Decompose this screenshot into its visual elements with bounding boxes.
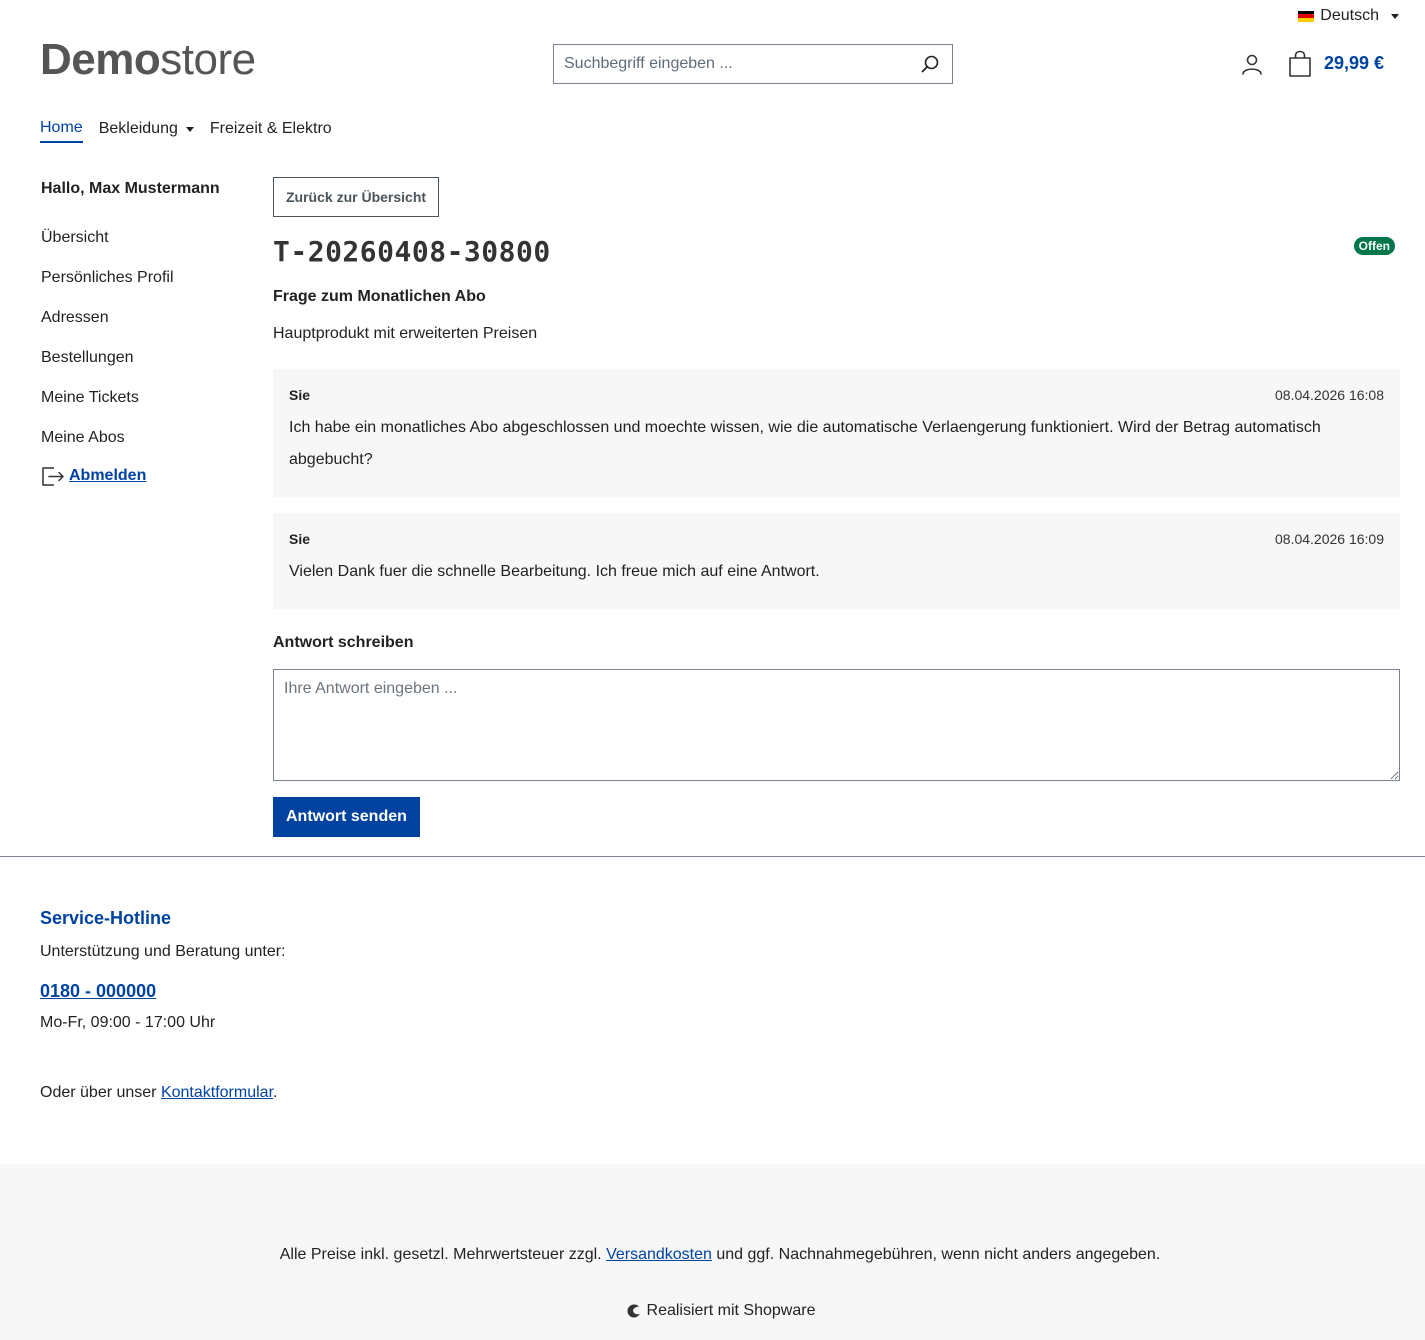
sidebar-item-addresses[interactable]: Adressen <box>41 308 241 348</box>
message-author: Sie <box>289 531 311 547</box>
ticket-detail: Zurück zur Übersicht T-20260408-30800 Of… <box>273 177 1400 837</box>
hotline-hours: Mo-Fr, 09:00 - 17:00 Uhr <box>40 1014 216 1031</box>
ticket-product: Hauptprodukt mit erweiterten Preisen <box>273 325 538 342</box>
logo-bold-text: Demo <box>40 35 161 84</box>
contact-form-link[interactable]: Kontaktformular <box>161 1084 273 1101</box>
chevron-down-icon <box>1391 13 1399 19</box>
message-text: Ich habe ein monatliches Abo abgeschloss… <box>289 419 1321 468</box>
message-text: Vielen Dank fuer die schnelle Bearbeitun… <box>289 563 820 580</box>
vat-suffix: und ggf. Nachnahmegebühren, wenn nicht a… <box>711 1246 1161 1263</box>
ticket-message: Sie 08.04.2026 16:09 Vielen Dank fuer di… <box>273 513 1400 609</box>
shopping-bag-icon[interactable] <box>1287 50 1313 78</box>
store-logo[interactable]: Demostore <box>40 38 256 82</box>
powered-by-label: Realisiert mit Shopware <box>646 1302 816 1319</box>
sidebar-item-tickets[interactable]: Meine Tickets <box>41 388 241 428</box>
contact-suffix: . <box>273 1084 278 1101</box>
nav-label: Bekleidung <box>98 120 178 137</box>
search-form <box>553 44 953 84</box>
ticket-number: T-20260408-30800 <box>273 235 551 268</box>
shopware-logo-icon <box>627 1304 640 1318</box>
ticket-subject: Frage zum Monatlichen Abo <box>273 288 486 305</box>
german-flag-icon <box>1298 10 1315 22</box>
contact-prefix: Oder über unser <box>40 1084 161 1101</box>
message-date: 08.04.2026 16:08 <box>1275 387 1384 403</box>
search-input[interactable] <box>554 45 908 83</box>
ticket-message: Sie 08.04.2026 16:08 Ich habe ein monatl… <box>273 369 1400 497</box>
reply-heading: Antwort schreiben <box>273 634 414 651</box>
account-greeting: Hallo, Max Mustermann <box>41 180 220 197</box>
contact-form-line: Oder über unser Kontaktformular. <box>40 1084 286 1102</box>
sidebar-item-orders[interactable]: Bestellungen <box>41 348 241 388</box>
search-button[interactable] <box>908 45 952 83</box>
reply-textarea[interactable] <box>273 669 1400 781</box>
message-date: 08.04.2026 16:09 <box>1275 531 1384 547</box>
sidebar-item-profile[interactable]: Persönliches Profil <box>41 268 241 308</box>
search-icon <box>921 55 939 73</box>
cart-total[interactable]: 29,99 € <box>1324 53 1384 74</box>
hotline-title: Service-Hotline <box>40 908 172 928</box>
main-navigation: Home Bekleidung Freizeit & Elektro <box>40 119 332 143</box>
nav-label: Freizeit & Elektro <box>209 120 332 137</box>
logout-label: Abmelden <box>69 467 147 484</box>
hotline-text: Unterstützung und Beratung unter: <box>40 943 286 960</box>
logo-light-text: store <box>160 35 256 84</box>
status-badge: Offen <box>1353 237 1395 255</box>
logout-icon <box>42 467 64 486</box>
send-reply-button[interactable]: Antwort senden <box>273 797 420 837</box>
chevron-down-icon <box>185 126 194 132</box>
nav-item-bekleidung[interactable]: Bekleidung <box>99 119 194 143</box>
powered-by[interactable]: Realisiert mit Shopware <box>0 1302 1425 1320</box>
account-sidebar: Hallo, Max Mustermann Übersicht Persönli… <box>41 180 241 488</box>
language-switcher[interactable]: Deutsch <box>1298 7 1399 25</box>
back-to-overview-button[interactable]: Zurück zur Übersicht <box>273 177 440 217</box>
sidebar-item-subscriptions[interactable]: Meine Abos <box>41 428 241 468</box>
shipping-costs-link[interactable]: Versandkosten <box>606 1246 712 1263</box>
vat-notice: Alle Preise inkl. gesetzl. Mehrwertsteue… <box>0 1246 1425 1264</box>
sidebar-item-overview[interactable]: Übersicht <box>41 228 241 268</box>
footer-bottom: Alle Preise inkl. gesetzl. Mehrwertsteue… <box>0 1164 1425 1340</box>
message-author: Sie <box>289 387 311 403</box>
hotline-phone-link[interactable]: 0180 - 000000 <box>40 981 286 1002</box>
vat-prefix: Alle Preise inkl. gesetzl. Mehrwertsteue… <box>279 1246 607 1263</box>
footer-service-hotline: Service-Hotline Unterstützung und Beratu… <box>40 908 286 1102</box>
nav-label: Home <box>40 119 83 136</box>
logout-link[interactable]: Abmelden <box>41 464 241 488</box>
language-label: Deutsch <box>1320 7 1379 24</box>
nav-item-freizeit-elektro[interactable]: Freizeit & Elektro <box>210 119 332 143</box>
footer-divider <box>0 856 1425 857</box>
nav-item-home[interactable]: Home <box>40 119 83 143</box>
account-icon[interactable] <box>1240 52 1264 76</box>
